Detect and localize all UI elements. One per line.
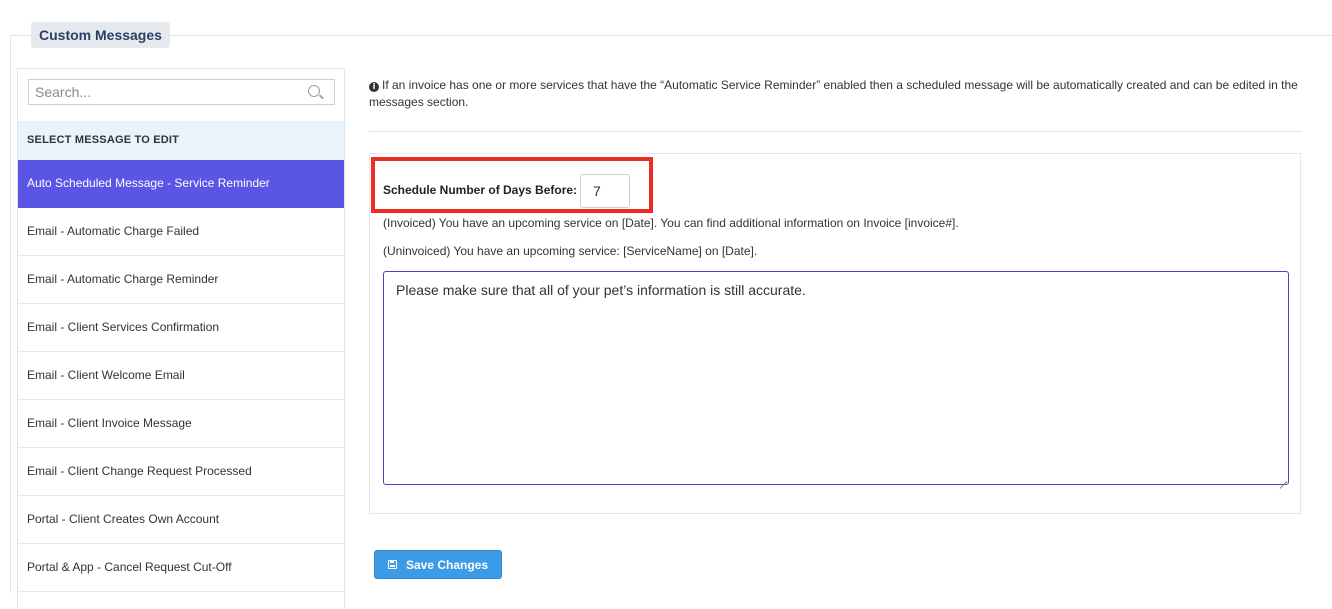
- info-icon: i: [369, 82, 379, 92]
- search-box: [28, 79, 335, 105]
- info-note-text: If an invoice has one or more services t…: [369, 78, 1298, 109]
- save-changes-button[interactable]: Save Changes: [374, 550, 502, 579]
- list-item[interactable]: Portal & App - Cancel Request Cut-Off: [18, 544, 344, 592]
- resize-handle-icon[interactable]: [1278, 474, 1287, 483]
- search-icon[interactable]: [308, 85, 320, 97]
- days-before-input[interactable]: [580, 174, 630, 208]
- fieldset-border-top: [10, 35, 1332, 36]
- list-item[interactable]: Email - Client Change Request Processed: [18, 448, 344, 496]
- list-item[interactable]: Email - Client Services Confirmation: [18, 304, 344, 352]
- message-body-textarea[interactable]: Please make sure that all of your pet’s …: [383, 271, 1289, 485]
- list-item[interactable]: Auto Scheduled Message - Service Reminde…: [18, 160, 344, 208]
- list-item[interactable]: Email - Automatic Charge Failed: [18, 208, 344, 256]
- list-item[interactable]: Email - Client Welcome Email: [18, 352, 344, 400]
- fieldset-border-left: [10, 35, 11, 593]
- list-item[interactable]: Email - Automatic Charge Reminder: [18, 256, 344, 304]
- template-invoiced: (Invoiced) You have an upcoming service …: [383, 216, 959, 230]
- list-item[interactable]: Email - Client Invoice Message: [18, 400, 344, 448]
- save-changes-label: Save Changes: [405, 557, 489, 572]
- days-before-label: Schedule Number of Days Before:: [383, 183, 578, 197]
- floppy-disk-icon: [387, 560, 397, 569]
- list-item[interactable]: Portal - Client Creates Own Account: [18, 496, 344, 544]
- search-input[interactable]: [29, 80, 334, 104]
- info-note: i If an invoice has one or more services …: [369, 77, 1309, 111]
- template-uninvoiced: (Uninvoiced) You have an upcoming servic…: [383, 244, 758, 258]
- section-legend: Custom Messages: [31, 22, 170, 48]
- list-header: SELECT MESSAGE TO EDIT: [18, 121, 344, 160]
- message-list: Auto Scheduled Message - Service Reminde…: [18, 160, 344, 592]
- message-list-panel: SELECT MESSAGE TO EDIT Auto Scheduled Me…: [17, 68, 345, 609]
- divider: [369, 131, 1302, 132]
